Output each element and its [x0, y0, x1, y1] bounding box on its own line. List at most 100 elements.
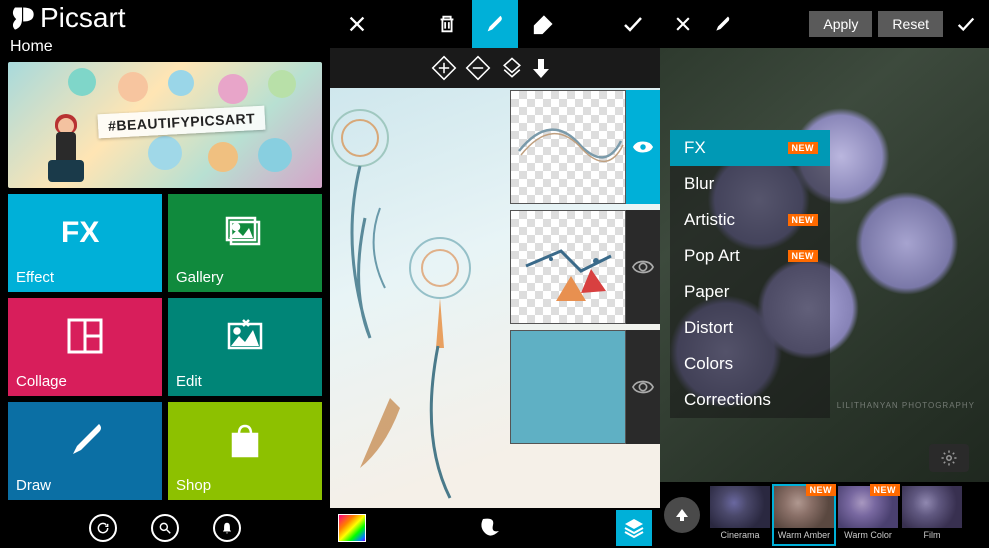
svg-text:FX: FX: [61, 216, 99, 249]
fx-menu-item-colors[interactable]: Colors: [670, 346, 830, 382]
brush-icon: [484, 13, 506, 35]
fx-menu-item-corrections[interactable]: Corrections: [670, 382, 830, 418]
fx-category-menu: FX NEW Blur Artistic NEW Pop Art NEW Pap…: [670, 130, 830, 418]
layer-row: [510, 330, 660, 444]
collage-icon: [65, 316, 105, 356]
duplicate-layer-button[interactable]: [498, 54, 526, 82]
close-button[interactable]: [666, 0, 700, 48]
new-badge: NEW: [788, 250, 819, 262]
apply-button[interactable]: Apply: [809, 11, 872, 37]
gallery-icon: [223, 212, 267, 252]
new-badge: NEW: [870, 484, 901, 496]
layer-thumbnail[interactable]: [510, 210, 626, 324]
tile-effect-label: Effect: [16, 269, 54, 286]
refresh-button[interactable]: [89, 514, 117, 542]
home-tile-grid: FX Effect Gallery Collage Edit Draw Shop: [0, 188, 330, 500]
tile-edit[interactable]: Edit: [168, 298, 322, 396]
filter-label: Warm Color: [838, 528, 898, 540]
brush-tool-button[interactable]: [472, 0, 518, 48]
tile-edit-label: Edit: [176, 373, 202, 390]
eye-icon: [632, 259, 654, 275]
canvas-artwork: [330, 88, 510, 508]
stack-diamond-icon: [499, 55, 525, 81]
stroke-style-button[interactable]: [477, 515, 505, 541]
home-appbar: [0, 508, 330, 548]
new-badge: NEW: [806, 484, 837, 496]
brush-icon: [63, 420, 107, 460]
fx-menu-label: FX: [684, 138, 706, 158]
layers-panel-button[interactable]: [616, 510, 652, 546]
home-panel: Picsart Home M #BEAUTIFYPICSART FX Effec…: [0, 0, 330, 548]
filter-thumb-warm-amber[interactable]: NEW Warm Amber: [774, 486, 834, 544]
eye-icon: [632, 139, 654, 155]
filter-label: Warm Amber: [774, 528, 834, 540]
new-badge: NEW: [788, 214, 819, 226]
search-button[interactable]: [151, 514, 179, 542]
filter-thumb-warm-color[interactable]: NEW Warm Color: [838, 486, 898, 544]
tile-draw-label: Draw: [16, 477, 51, 494]
layer-visibility-toggle[interactable]: [626, 90, 660, 204]
filter-strip: Cinerama NEW Warm Amber NEW Warm Color F…: [660, 482, 989, 548]
app-brand: Picsart: [0, 0, 330, 34]
layer-visibility-toggle[interactable]: [626, 210, 660, 324]
collapse-filters-button[interactable]: [664, 497, 700, 533]
hero-hashtag: #BEAUTIFYPICSART: [97, 106, 265, 139]
nav-home-label[interactable]: Home: [10, 38, 53, 56]
hero-person-illustration: [44, 112, 88, 184]
shop-bag-icon: [225, 420, 265, 460]
arrow-down-icon: [532, 57, 550, 79]
notifications-button[interactable]: [213, 514, 241, 542]
remove-layer-button[interactable]: [464, 54, 492, 82]
fx-menu-item-blur[interactable]: Blur: [670, 166, 830, 202]
delete-button[interactable]: [424, 0, 470, 48]
picsart-logo-icon: [8, 4, 36, 32]
layer-visibility-toggle[interactable]: [626, 330, 660, 444]
plus-diamond-icon: [431, 55, 457, 81]
tile-shop[interactable]: Shop: [168, 402, 322, 500]
add-layer-button[interactable]: [430, 54, 458, 82]
search-icon: [158, 521, 172, 535]
confirm-button[interactable]: [610, 0, 656, 48]
editor-topbar: [330, 0, 660, 48]
reset-button[interactable]: Reset: [878, 11, 943, 37]
close-button[interactable]: [334, 0, 380, 48]
filter-thumb-film[interactable]: Film: [902, 486, 962, 544]
check-icon: [955, 13, 977, 35]
fx-menu-label: Artistic: [684, 210, 735, 230]
layer-thumbnail[interactable]: [510, 330, 626, 444]
fx-menu-label: Distort: [684, 318, 733, 338]
layer-row: [510, 210, 660, 324]
filter-thumb-cinerama[interactable]: Cinerama: [710, 486, 770, 544]
eraser-tool-button[interactable]: [520, 0, 566, 48]
brush-mask-button[interactable]: [706, 0, 740, 48]
color-picker-button[interactable]: [338, 514, 366, 542]
new-badge: NEW: [788, 142, 819, 154]
tile-shop-label: Shop: [176, 477, 211, 494]
fx-menu-item-paper[interactable]: Paper: [670, 274, 830, 310]
tile-gallery[interactable]: Gallery: [168, 194, 322, 292]
confirm-button[interactable]: [949, 0, 983, 48]
home-nav: Home M: [0, 34, 330, 62]
gear-icon: [940, 449, 958, 467]
filter-label: Film: [902, 528, 962, 540]
fx-menu-item-fx[interactable]: FX NEW: [670, 130, 830, 166]
fx-topbar: Apply Reset: [660, 0, 989, 48]
close-icon: [346, 13, 368, 35]
close-icon: [673, 14, 693, 34]
bell-icon: [220, 521, 234, 535]
draw-canvas[interactable]: [330, 88, 660, 508]
layers-panel: [330, 0, 660, 548]
tile-effect[interactable]: FX Effect: [8, 194, 162, 292]
tile-gallery-label: Gallery: [176, 269, 224, 286]
tile-draw[interactable]: Draw: [8, 402, 162, 500]
settings-button[interactable]: [929, 444, 969, 472]
hero-banner[interactable]: #BEAUTIFYPICSART: [8, 62, 322, 188]
fx-menu-item-popart[interactable]: Pop Art NEW: [670, 238, 830, 274]
merge-down-button[interactable]: [532, 57, 560, 79]
minus-diamond-icon: [465, 55, 491, 81]
fx-icon: FX: [61, 212, 109, 252]
fx-menu-item-distort[interactable]: Distort: [670, 310, 830, 346]
layer-thumbnail[interactable]: [510, 90, 626, 204]
tile-collage[interactable]: Collage: [8, 298, 162, 396]
fx-menu-item-artistic[interactable]: Artistic NEW: [670, 202, 830, 238]
